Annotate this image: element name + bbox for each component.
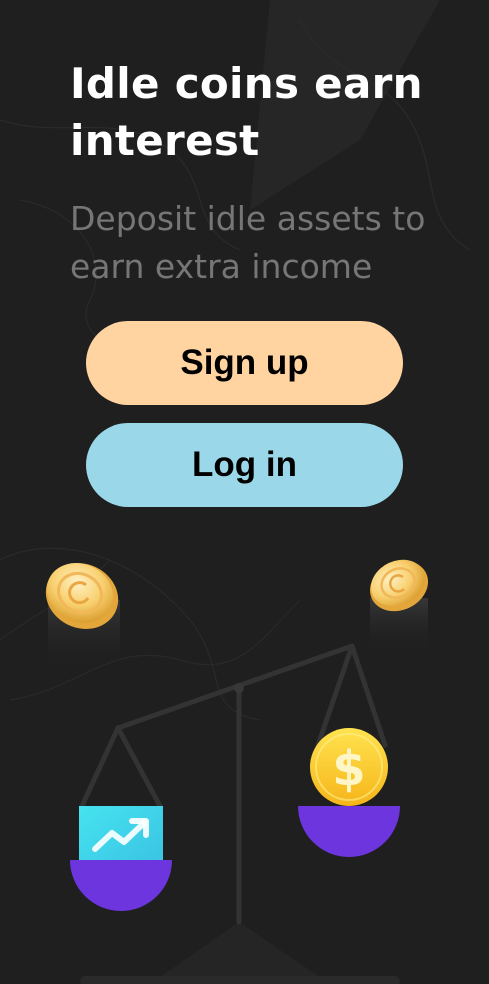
scale-pan-right xyxy=(298,806,400,857)
page-subtitle: Deposit idle assets to earn extra income xyxy=(70,199,426,286)
balance-scale-illustration: $ xyxy=(45,559,429,984)
page-title: Idle coins earn interest xyxy=(70,59,423,165)
dollar-coin-icon: $ xyxy=(310,728,388,806)
coin-icon xyxy=(369,559,429,654)
scale-base xyxy=(80,922,400,984)
dollar-symbol: $ xyxy=(332,741,365,797)
sign-up-button[interactable]: Sign up xyxy=(86,321,403,405)
onboarding-screen: Idle coins earn interest Deposit idle as… xyxy=(0,0,489,984)
scale-pan-left xyxy=(70,860,172,911)
coin-icon xyxy=(45,563,120,672)
log-in-button[interactable]: Log in xyxy=(86,423,403,507)
scale-pivot xyxy=(234,683,244,693)
